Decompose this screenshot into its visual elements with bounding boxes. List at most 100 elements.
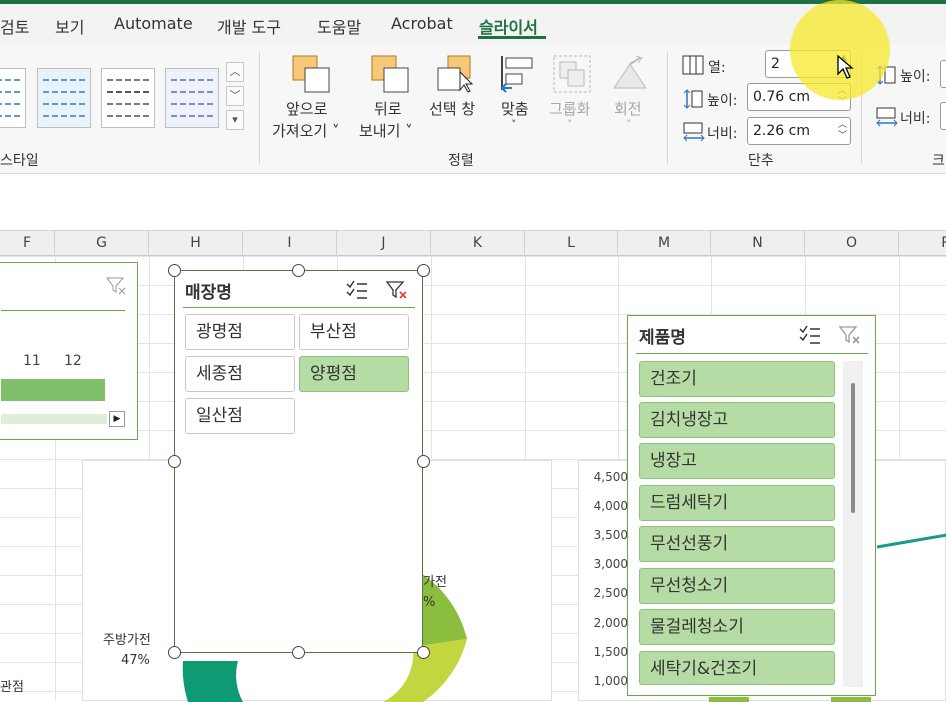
rotate-label: 회전 (614, 100, 642, 118)
pie-label-partial-right-pct: % (423, 595, 436, 610)
timeline-label-11: 11 (23, 353, 41, 369)
slicer-divider (183, 307, 415, 308)
resize-handle[interactable] (168, 455, 181, 468)
resize-handle[interactable] (292, 264, 305, 277)
scroll-right-icon[interactable]: ▶ (109, 411, 125, 427)
selection-pane-label[interactable]: 선택 창 (429, 98, 475, 119)
bar-mark (709, 697, 749, 702)
multi-select-icon[interactable] (345, 279, 369, 305)
width-label: 너비: (707, 126, 738, 142)
width-spinner[interactable]: 2.26 cm ︿ ﹀ (747, 117, 851, 145)
spinner-arrows-icon[interactable]: ︿﹀ (838, 120, 847, 142)
store-slicer[interactable]: 매장명 광명점 부산점 세종점 양평점 일산점 (174, 270, 423, 653)
timeline-slicer[interactable]: 11 12 ▶ (0, 262, 138, 440)
y-axis-label: 1,000 (593, 674, 628, 688)
y-axis-label: 3,500 (593, 528, 628, 542)
column-header-l[interactable]: L (525, 231, 618, 257)
slicer-item-sejong[interactable]: 세종점 (185, 356, 295, 392)
tab-slicer[interactable]: 슬라이서 (479, 14, 538, 38)
y-axis-label: 3,000 (593, 557, 628, 571)
slicer-item[interactable]: 무선청소기 (639, 568, 835, 604)
slicer-item[interactable]: 김치냉장고 (639, 402, 835, 438)
slicer-item[interactable]: 건조기 (639, 361, 835, 397)
send-backward-label-2[interactable]: 보내기 ˅ (359, 120, 413, 141)
tab-developer[interactable]: 개발 도구 (217, 14, 281, 38)
gallery-more-button[interactable]: ▾ (226, 110, 244, 130)
product-slicer[interactable]: 제품명 건조기 김치냉장고 냉장고 드럼세탁기 무선선풍기 무선청소기 물걸레청… (627, 315, 876, 696)
columns-value[interactable]: 2 (771, 56, 780, 72)
column-header-h[interactable]: H (149, 231, 243, 257)
bring-forward-label-2[interactable]: 가져오기 ˅ (272, 120, 339, 141)
column-header-o[interactable]: O (805, 231, 899, 257)
timeline-divider (1, 310, 125, 311)
columns-group-label: 단추 (748, 153, 774, 169)
slicer-style-4[interactable] (165, 68, 219, 128)
column-header-i[interactable]: I (243, 231, 337, 257)
resize-handle[interactable] (417, 264, 430, 277)
tab-acrobat[interactable]: Acrobat (391, 14, 453, 33)
scrollbar-thumb[interactable] (851, 383, 855, 513)
bring-forward-text: 가져오기 (272, 122, 328, 140)
height-icon (682, 88, 704, 114)
bar-mark (831, 697, 871, 702)
resize-handle[interactable] (292, 646, 305, 659)
slicer-item[interactable]: 무선선풍기 (639, 526, 835, 562)
line-series (876, 533, 946, 549)
slicer-item[interactable]: 세탁기&건조기 (639, 651, 835, 685)
pie-label-kitchen: 주방가전 (103, 633, 151, 648)
product-slicer-title: 제품명 (639, 328, 686, 348)
resize-handle[interactable] (417, 455, 430, 468)
tab-review[interactable]: 검토 (0, 14, 29, 38)
align-dropdown-icon[interactable]: ˅ (511, 118, 517, 131)
align-icon[interactable] (498, 54, 538, 98)
selection-pane-icon[interactable] (436, 54, 476, 98)
column-header-n[interactable]: N (711, 231, 805, 257)
send-backward-icon[interactable] (370, 54, 410, 98)
column-header-p[interactable]: P (899, 231, 946, 257)
slicer-item[interactable]: 물걸레청소기 (639, 609, 835, 645)
height-label: 높이: (707, 93, 738, 109)
slicer-item-busan[interactable]: 부산점 (299, 314, 409, 350)
tab-view[interactable]: 보기 (55, 14, 84, 38)
gallery-down-button[interactable]: ﹀ (226, 86, 244, 106)
column-header-m[interactable]: M (618, 231, 711, 257)
timeline-selected-bar[interactable] (1, 379, 105, 401)
clear-filter-icon[interactable] (838, 324, 862, 350)
resize-handle[interactable] (168, 264, 181, 277)
slicer-item-gwangmyeong[interactable]: 광명점 (185, 314, 295, 350)
resize-handle[interactable] (417, 646, 430, 659)
slicer-style-2[interactable] (37, 68, 91, 128)
slicer-style-1[interactable] (0, 68, 26, 128)
pie-slice-teal[interactable] (182, 661, 243, 702)
height-value[interactable]: 0.76 cm (753, 89, 810, 105)
slicer-style-3[interactable] (101, 68, 155, 128)
align-label[interactable]: 맞춤 (501, 98, 529, 119)
bring-forward-label-1[interactable]: 앞으로 (286, 98, 327, 119)
group-dropdown-icon: ˅ (567, 118, 573, 131)
timeline-scrollbar[interactable] (1, 414, 107, 424)
bring-forward-icon[interactable] (291, 54, 331, 98)
multi-select-icon[interactable] (798, 324, 822, 350)
slicer-item[interactable]: 냉장고 (639, 443, 835, 479)
slicer-item-yangpyeong[interactable]: 양평점 (299, 356, 409, 392)
column-header-f[interactable]: F (0, 231, 55, 257)
tab-help[interactable]: 도움말 (317, 14, 361, 38)
gallery-up-button[interactable]: ︿ (226, 62, 244, 82)
slicer-item[interactable]: 드럼세탁기 (639, 485, 835, 521)
slicer-item-ilsan[interactable]: 일산점 (185, 398, 295, 434)
group-separator (259, 52, 260, 164)
size-height-spinner[interactable] (940, 60, 946, 88)
column-header-j[interactable]: J (337, 231, 431, 257)
column-header-g[interactable]: G (55, 231, 149, 257)
clear-filter-icon[interactable] (385, 279, 409, 305)
y-axis-label: 1,500 (593, 645, 628, 659)
clear-filter-icon[interactable] (105, 275, 127, 299)
size-width-spinner[interactable] (940, 102, 946, 130)
slicer-scrollbar[interactable] (843, 361, 863, 687)
resize-handle[interactable] (168, 646, 181, 659)
group-label: 그룹화 (549, 100, 591, 118)
send-backward-label-1[interactable]: 뒤로 (374, 98, 402, 119)
width-value[interactable]: 2.26 cm (753, 123, 810, 139)
column-header-k[interactable]: K (431, 231, 525, 257)
tab-automate[interactable]: Automate (114, 14, 193, 33)
